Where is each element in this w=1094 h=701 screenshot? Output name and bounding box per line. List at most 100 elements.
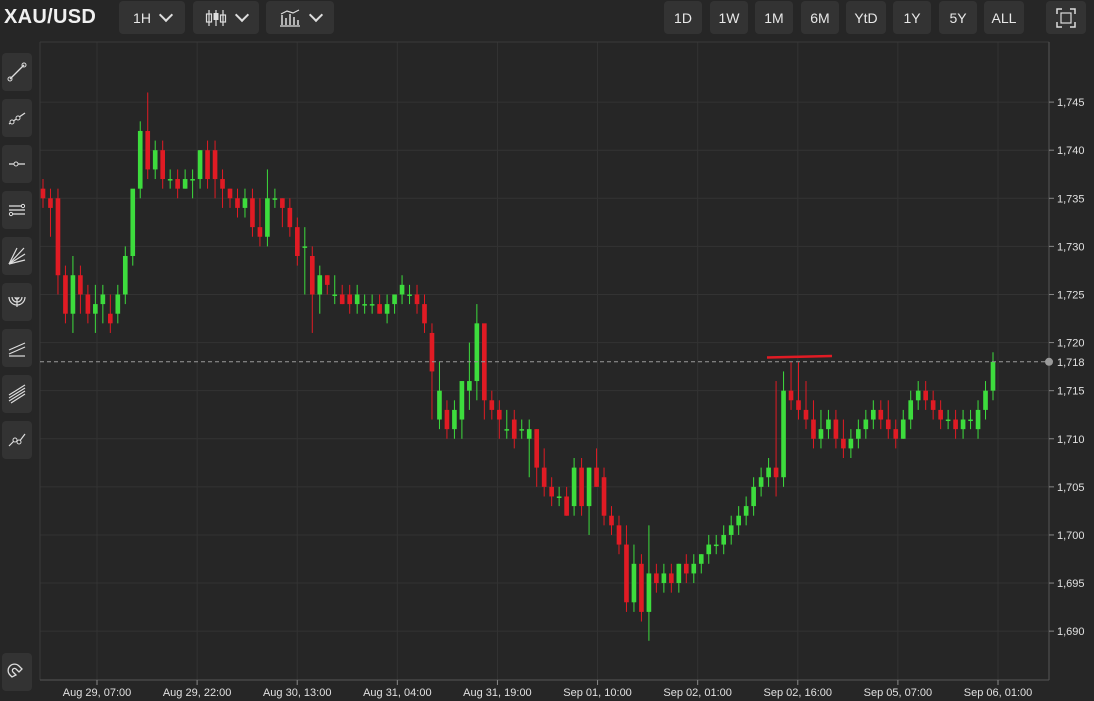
candle-body <box>728 525 734 535</box>
candle-body <box>369 304 375 306</box>
candle-body <box>317 275 323 295</box>
candle-body <box>968 419 973 422</box>
candle-body <box>467 381 472 391</box>
candle-body <box>856 429 861 439</box>
candle-body <box>833 419 839 439</box>
x-tick-label: Sep 02, 16:00 <box>764 687 833 699</box>
x-tick-label: Aug 30, 13:00 <box>263 687 332 699</box>
candle-body <box>429 332 435 372</box>
candle-body <box>624 544 629 603</box>
candle-body <box>489 400 495 410</box>
candle-body <box>758 477 764 487</box>
candle-body <box>743 506 749 516</box>
candle-body <box>496 409 502 420</box>
candle-body <box>915 390 921 401</box>
grid <box>40 42 1049 680</box>
candle-body <box>227 188 233 199</box>
candle-body <box>556 496 562 498</box>
candle-body <box>571 467 577 507</box>
candle-body <box>55 198 61 276</box>
candle-body <box>220 179 225 189</box>
candle-body <box>908 400 914 420</box>
y-tick-label: 1,690 <box>1057 626 1085 638</box>
x-tick-label: Aug 31, 19:00 <box>463 687 532 699</box>
candle-body <box>459 381 465 420</box>
candle-body <box>280 198 285 208</box>
candle-body <box>526 429 532 439</box>
candle-body <box>975 409 981 430</box>
candle-body <box>205 150 210 180</box>
candle-body <box>938 409 943 420</box>
y-tick-label: 1,715 <box>1057 386 1085 398</box>
y-tick-label: 1,725 <box>1057 289 1085 301</box>
candle-body <box>347 294 353 305</box>
candle-body <box>586 467 592 507</box>
candle-body <box>691 563 697 574</box>
x-tick-label: Sep 06, 01:00 <box>964 687 1033 699</box>
candle-body <box>414 294 420 305</box>
candle-body <box>190 179 195 181</box>
candle-body <box>474 323 480 382</box>
candle-body <box>654 573 659 584</box>
candle-body <box>287 207 293 228</box>
candle-body <box>960 419 966 430</box>
candle-body <box>504 429 510 431</box>
candle-body <box>616 525 622 545</box>
candle-body <box>235 198 240 208</box>
candle-body <box>242 198 248 208</box>
candle-body <box>444 409 450 430</box>
candle-body <box>885 419 891 430</box>
candle-body <box>519 429 525 431</box>
candle-body <box>452 409 457 430</box>
candle-body <box>212 150 218 180</box>
x-tick-label: Sep 02, 01:00 <box>663 687 732 699</box>
last-price-label: 1,718 <box>1057 357 1085 369</box>
candle-body <box>175 179 180 189</box>
candle-body <box>115 294 121 314</box>
candle-body <box>841 438 846 449</box>
price-chart[interactable]: 1,690 1,695 1,700 1,705 1,710 1,715 1,720 1,725… <box>0 0 1094 701</box>
candle-body <box>160 150 166 180</box>
candle-body <box>990 361 996 391</box>
candle-body <box>796 400 801 410</box>
candle-body <box>399 284 405 295</box>
y-tick-label: 1,720 <box>1057 338 1085 350</box>
candle-body <box>811 419 816 439</box>
candle-body <box>803 409 809 420</box>
candle-body <box>721 534 727 545</box>
y-tick-label: 1,710 <box>1057 434 1085 446</box>
candle-body <box>646 573 652 612</box>
candle-body <box>930 400 936 410</box>
candle-body <box>250 198 255 228</box>
candle-body <box>661 573 667 584</box>
candle-body <box>863 419 869 430</box>
last-price-marker <box>1045 357 1053 366</box>
candle-body <box>407 294 412 296</box>
candle-body <box>788 390 794 401</box>
candle-body <box>108 313 113 324</box>
candle-body <box>100 294 106 305</box>
candle-body <box>197 150 203 180</box>
candle-body <box>130 188 136 256</box>
candle-body <box>302 246 308 248</box>
candle-body <box>751 486 756 507</box>
candle-body <box>48 198 53 208</box>
candle-body <box>736 515 741 526</box>
y-tick-label: 1,730 <box>1057 241 1085 253</box>
x-tick-label: Aug 29, 07:00 <box>63 687 132 699</box>
y-tick-label: 1,745 <box>1057 97 1085 109</box>
candle-body <box>594 467 599 487</box>
candle-body <box>870 409 876 420</box>
candle-body <box>781 390 786 478</box>
candle-body <box>362 304 367 306</box>
candle-body <box>70 275 76 314</box>
y-tick-label: 1,735 <box>1057 193 1085 205</box>
candle-body <box>511 419 517 439</box>
candle-body <box>818 429 824 439</box>
candle-body <box>826 419 831 430</box>
candle-body <box>676 563 682 584</box>
candle-body <box>773 467 779 478</box>
candle-body <box>167 179 173 181</box>
candle-body <box>40 188 46 199</box>
candle-body <box>534 429 540 468</box>
